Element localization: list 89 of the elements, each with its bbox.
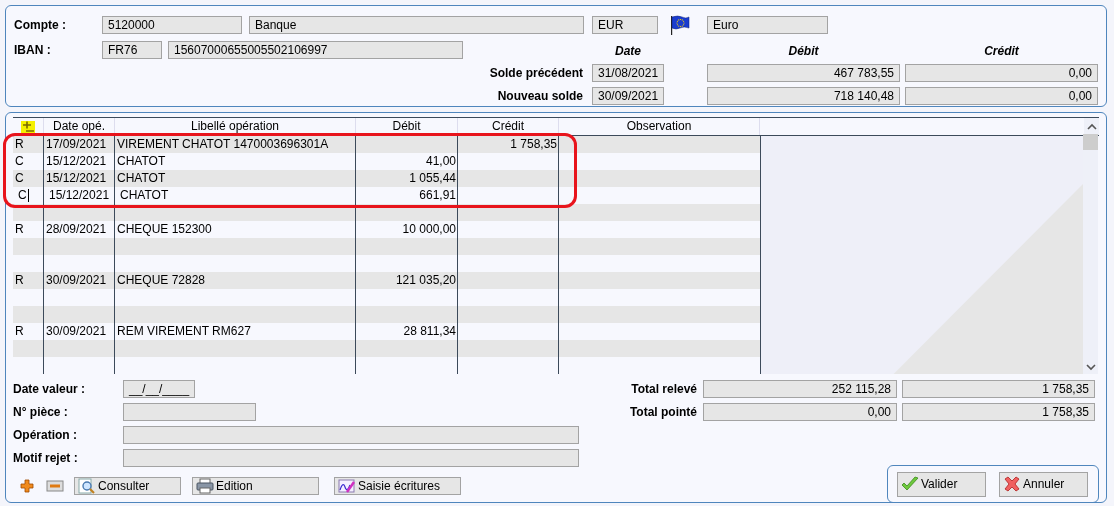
text-cursor: [27, 189, 29, 203]
credit-cell: 1 758,35: [510, 137, 557, 151]
label-cell: CHEQUE 72828: [117, 273, 206, 287]
confirm-button[interactable]: Valider: [897, 471, 986, 497]
form-label: N° pièce :: [13, 404, 69, 419]
column-header: Débit: [787, 44, 820, 60]
column-header[interactable]: Libellé opération: [115, 118, 356, 135]
credit-field[interactable]: 0,00: [905, 63, 1098, 82]
expand-collapse-icon[interactable]: [21, 120, 35, 133]
date-value-field[interactable]: __/__/____: [123, 379, 195, 398]
debit-cell: 10 000,00: [402, 222, 456, 236]
status-cell: C: [18, 188, 27, 202]
column-header: Crédit: [983, 44, 1020, 60]
date-field[interactable]: 30/09/2021: [592, 86, 664, 105]
column-header[interactable]: Observation: [559, 118, 760, 135]
status-cell: R: [15, 324, 24, 338]
action-button[interactable]: Consulter: [74, 477, 181, 495]
credit-field[interactable]: 0,00: [905, 86, 1098, 105]
column-header[interactable]: Débit: [356, 118, 458, 135]
action-button[interactable]: Saisie écritures: [334, 477, 461, 495]
remove-icon[interactable]: [46, 478, 64, 494]
status-cell: C: [15, 154, 24, 168]
text-field[interactable]: [123, 448, 579, 467]
date-cell: 15/12/2021: [49, 188, 110, 202]
balance-label: Solde précédent: [488, 65, 584, 80]
date-field[interactable]: 31/08/2021: [592, 63, 664, 82]
date-cell: 28/09/2021: [46, 222, 107, 236]
label-cell: CHATOT: [117, 171, 166, 185]
label-cell: REM VIREMENT RM627: [117, 324, 251, 338]
table-row[interactable]: R 30/09/2021 CHEQUE 72828 121 035,20: [13, 272, 760, 289]
cancel-button[interactable]: Annuler: [999, 471, 1088, 497]
date-cell: 30/09/2021: [46, 324, 107, 338]
iban-field[interactable]: 15607000655005502106997: [168, 40, 463, 59]
scroll-thumb[interactable]: [1083, 134, 1098, 150]
table-row[interactable]: R 17/09/2021 VIREMENT CHATOT 1470003696301A 1 758,35: [13, 136, 760, 153]
debit-field[interactable]: 467 783,55: [707, 63, 900, 82]
column-header[interactable]: Crédit: [458, 118, 559, 135]
text-field[interactable]: [123, 425, 579, 444]
add-icon[interactable]: [18, 478, 36, 494]
debit-total-field[interactable]: 0,00: [703, 402, 897, 421]
debit-cell: 1 055,44: [409, 171, 456, 185]
column-header: Date: [614, 44, 642, 60]
label-cell: CHATOT: [117, 154, 166, 168]
account-number-field[interactable]: 5120000: [102, 16, 242, 34]
label-cell: CHEQUE 152300: [117, 222, 212, 236]
table-row[interactable]: C 15/12/2021 CHATOT 1 055,44: [13, 170, 760, 187]
iban-prefix-field[interactable]: FR76: [102, 40, 162, 59]
date-cell: 17/09/2021: [46, 137, 107, 151]
date-cell: 15/12/2021: [46, 171, 107, 185]
debit-cell: 661,91: [419, 188, 456, 202]
checkmark-icon: [901, 476, 919, 492]
debit-cell: 121 035,20: [395, 273, 456, 287]
table-row[interactable]: [13, 204, 760, 221]
currency-code-field[interactable]: EUR: [592, 16, 658, 34]
label-cell: CHATOT: [120, 188, 169, 202]
signature-icon: [338, 478, 356, 494]
flag-icon: [670, 15, 690, 35]
iban-label: IBAN :: [14, 42, 52, 57]
account-label: Compte :: [14, 18, 67, 32]
total-label: Total relevé: [630, 381, 698, 396]
credit-total-field[interactable]: 1 758,35: [902, 402, 1095, 421]
balance-label: Nouveau solde: [496, 88, 584, 103]
total-label: Total pointé: [628, 404, 698, 419]
form-label: Motif rejet :: [13, 450, 79, 465]
debit-cell: 28 811,34: [403, 324, 456, 338]
status-cell: R: [15, 273, 24, 287]
debit-total-field[interactable]: 252 115,28: [703, 379, 897, 398]
date-cell: 15/12/2021: [46, 154, 107, 168]
status-cell: R: [15, 222, 24, 236]
debit-field[interactable]: 718 140,48: [707, 86, 900, 105]
debit-cell: 41,00: [425, 154, 456, 168]
scroll-up-icon[interactable]: [1086, 122, 1097, 131]
label-cell: VIREMENT CHATOT 1470003696301A: [117, 137, 329, 151]
date-cell: 30/09/2021: [46, 273, 107, 287]
action-button[interactable]: Edition: [192, 477, 319, 495]
scrollbar[interactable]: [1083, 136, 1098, 374]
currency-name-field[interactable]: Euro: [707, 16, 828, 34]
status-cell: R: [15, 137, 24, 151]
scroll-down-icon[interactable]: [1085, 363, 1096, 371]
status-cell: C: [15, 171, 24, 185]
magnifier-icon: [78, 478, 96, 494]
text-field[interactable]: [123, 402, 256, 421]
close-icon: [1003, 476, 1021, 492]
column-header[interactable]: Date opé.: [44, 118, 115, 135]
credit-total-field[interactable]: 1 758,35: [902, 379, 1095, 398]
account-name-field[interactable]: Banque: [249, 16, 584, 34]
printer-icon: [196, 478, 214, 494]
form-label: Date valeur :: [13, 381, 87, 396]
form-label: Opération :: [13, 427, 78, 442]
